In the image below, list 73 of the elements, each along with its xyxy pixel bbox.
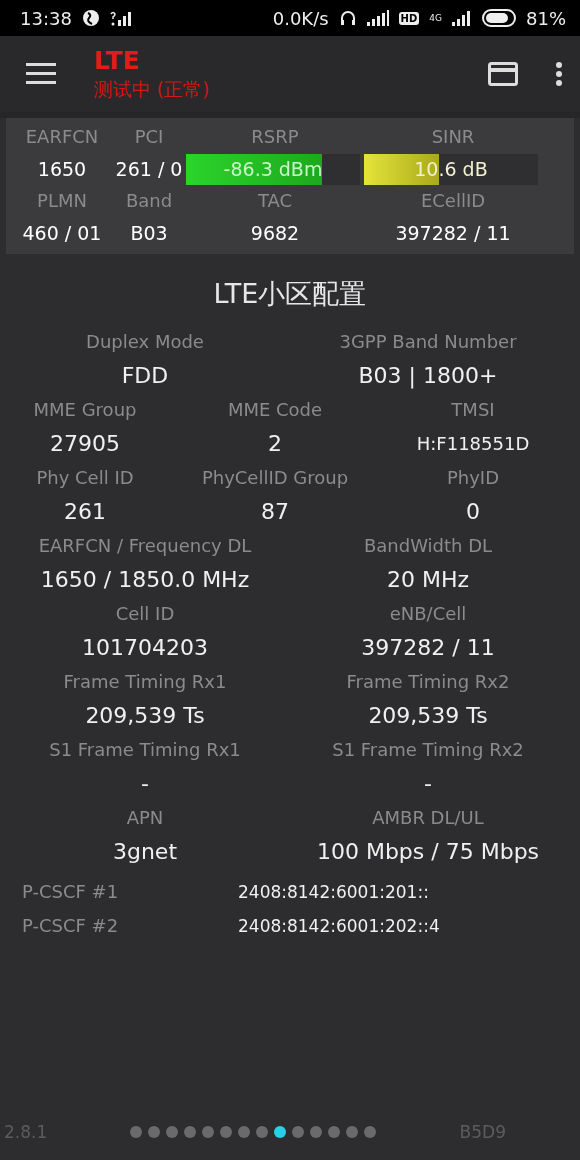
globe-icon bbox=[81, 9, 100, 27]
field-value: 0 bbox=[466, 498, 480, 526]
field-label: P-CSCF #2 bbox=[22, 914, 120, 938]
field-value: 87 bbox=[261, 498, 289, 526]
field-label: PCI bbox=[134, 125, 164, 149]
network-type: 4G bbox=[429, 13, 442, 23]
network-speed: 0.0K/s bbox=[272, 7, 329, 29]
field-value: 1650 / 1850.0 MHz bbox=[40, 566, 250, 594]
field-label: PLMN bbox=[37, 189, 87, 213]
more-icon[interactable] bbox=[556, 62, 562, 86]
field-value: 27905 bbox=[50, 430, 120, 458]
field-value: 3gnet bbox=[112, 838, 178, 866]
field-label: PhyID bbox=[446, 466, 500, 490]
battery-level: 81% bbox=[526, 7, 566, 29]
field-value: - bbox=[141, 770, 149, 798]
field-label: Cell ID bbox=[115, 602, 175, 626]
field-label: Frame Timing Rx2 bbox=[346, 670, 510, 694]
page-indicator[interactable] bbox=[274, 1126, 287, 1138]
field-value: 397282 / 11 bbox=[395, 221, 511, 246]
field-value: 460 / 01 bbox=[22, 221, 102, 246]
field-value: - bbox=[424, 770, 432, 798]
menu-icon[interactable] bbox=[26, 63, 56, 85]
field-label: BandWidth DL bbox=[363, 534, 493, 558]
status-subtitle: 测试中 (正常) bbox=[94, 77, 211, 102]
field-label: P-CSCF #1 bbox=[22, 880, 120, 904]
field-value: 2408:8142:6001:202::4 bbox=[238, 915, 441, 938]
section-title: LTE小区配置 bbox=[213, 277, 367, 311]
field-label: AMBR DL/UL bbox=[372, 806, 484, 830]
field-label: S1 Frame Timing Rx2 bbox=[332, 738, 524, 762]
field-label: Duplex Mode bbox=[86, 330, 204, 354]
field-value: FDD bbox=[121, 362, 169, 390]
field-value: 209,539 Ts bbox=[368, 702, 488, 730]
field-value: 261 bbox=[64, 498, 106, 526]
headphones-icon bbox=[338, 9, 357, 27]
field-value: 397282 / 11 bbox=[361, 634, 495, 662]
field-label: APN bbox=[126, 806, 164, 830]
field-label: PhyCellID Group bbox=[201, 466, 349, 490]
field-value: B03 bbox=[130, 221, 168, 246]
field-label: RSRP bbox=[251, 125, 299, 149]
meter-reading: -86.3 dBm bbox=[223, 158, 323, 180]
field-value: H:F118551D bbox=[416, 432, 530, 456]
field-label: MME Group bbox=[33, 398, 137, 422]
signal-icon bbox=[452, 10, 472, 26]
field-label: 3GPP Band Number bbox=[339, 330, 517, 354]
field-value: 9682 bbox=[250, 221, 300, 246]
app-title: LTE bbox=[94, 46, 141, 76]
field-label: Band bbox=[125, 189, 173, 213]
field-value: 1650 bbox=[37, 157, 87, 182]
field-label: TAC bbox=[257, 189, 293, 213]
card-icon[interactable] bbox=[488, 62, 518, 86]
field-label: TMSI bbox=[451, 398, 495, 422]
field-label: ECellID bbox=[420, 189, 486, 213]
field-value: 20 MHz bbox=[386, 566, 470, 594]
field-label: SINR bbox=[431, 125, 475, 149]
signal-icon bbox=[109, 10, 132, 26]
field-value: 261 / 0 bbox=[115, 157, 183, 182]
signal-icon bbox=[366, 10, 389, 26]
field-value: 100 Mbps / 75 Mbps bbox=[316, 838, 540, 866]
field-label: Phy Cell ID bbox=[36, 466, 134, 490]
field-label: MME Code bbox=[227, 398, 323, 422]
field-label: eNB/Cell bbox=[389, 602, 467, 626]
field-value: 2408:8142:6001:201:: bbox=[238, 881, 430, 904]
field-value: 101704203 bbox=[82, 634, 208, 662]
field-label: S1 Frame Timing Rx1 bbox=[49, 738, 241, 762]
clock-time: 13:38 bbox=[20, 7, 72, 29]
field-label: EARFCN bbox=[25, 125, 99, 149]
battery-icon bbox=[482, 9, 516, 27]
field-value: 209,539 Ts bbox=[85, 702, 205, 730]
field-value: 2 bbox=[268, 430, 282, 458]
field-value: B03 | 1800+ bbox=[358, 362, 498, 391]
field-label: Frame Timing Rx1 bbox=[63, 670, 227, 694]
field-label: EARFCN / Frequency DL bbox=[38, 534, 252, 558]
hd-badge: HD bbox=[398, 11, 420, 25]
